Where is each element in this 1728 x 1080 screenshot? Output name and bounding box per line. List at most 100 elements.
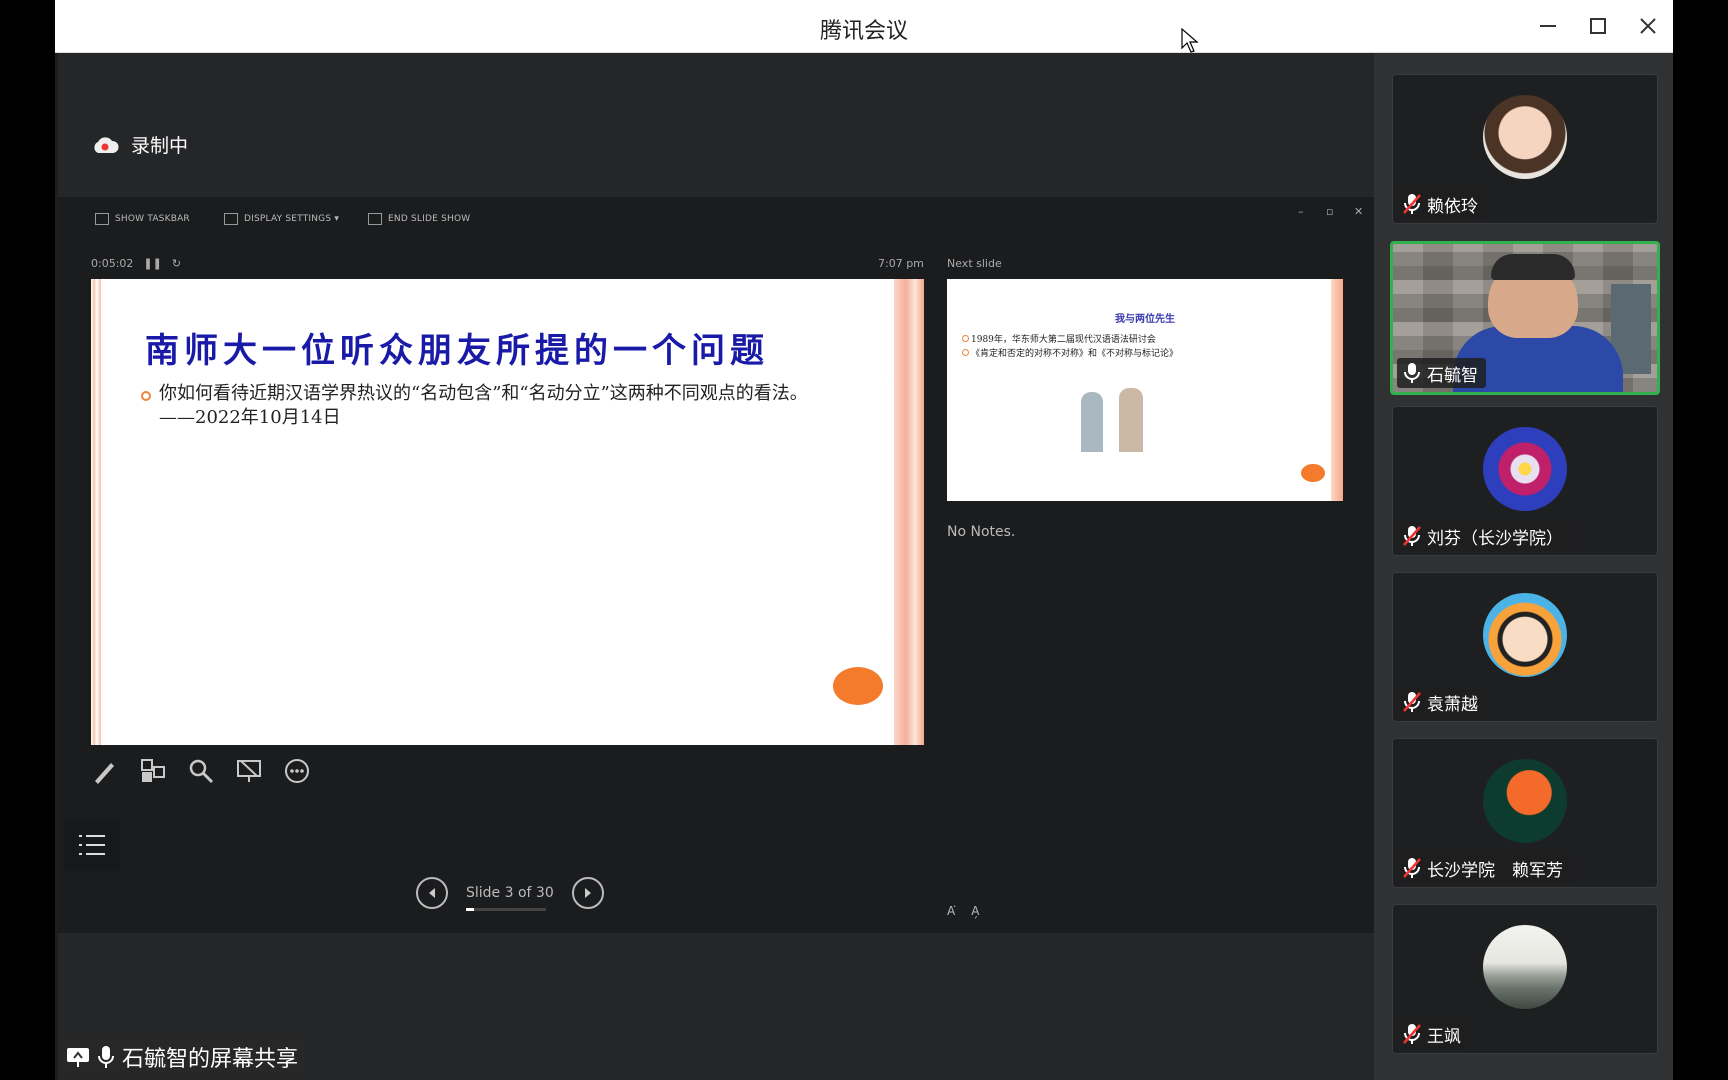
speaker-notes: No Notes. bbox=[947, 524, 1016, 540]
mic-muted-icon bbox=[1403, 692, 1421, 712]
participant-tile[interactable]: 刘芬（长沙学院） bbox=[1392, 406, 1658, 556]
slide-decoration-dot bbox=[833, 667, 883, 705]
participant-name-tag: 赖依玲 bbox=[1397, 189, 1486, 219]
triangle-right-icon bbox=[584, 888, 591, 898]
display-settings-label: DISPLAY SETTINGS ▾ bbox=[244, 214, 340, 224]
end-show-icon bbox=[368, 213, 382, 225]
taskbar-icon bbox=[95, 213, 109, 225]
elapsed-time: 0:05:02 bbox=[91, 257, 134, 270]
increase-font-icon[interactable]: A͘ bbox=[947, 904, 955, 918]
mic-muted-icon bbox=[1403, 1024, 1421, 1044]
avatar bbox=[1483, 593, 1567, 677]
close-button[interactable] bbox=[1633, 12, 1663, 40]
next-slide-button[interactable] bbox=[571, 877, 604, 909]
maximize-button[interactable] bbox=[1583, 12, 1613, 40]
triangle-left-icon bbox=[429, 888, 435, 898]
cloud-record-icon bbox=[94, 136, 119, 153]
current-slide: 南师大一位听众朋友所提的一个问题 你如何看待近期汉语学界热议的“名动包含”和“名… bbox=[91, 279, 924, 745]
participant-name-tag: 石毓智 bbox=[1397, 358, 1486, 388]
mic-muted-icon bbox=[1403, 858, 1421, 878]
participant-name: 长沙学院 赖军芳 bbox=[1427, 860, 1563, 881]
slide-left-stripe bbox=[91, 279, 101, 745]
decrease-font-icon[interactable]: A̗ bbox=[971, 904, 979, 918]
screen-share-badge: 石毓智的屏幕共享 bbox=[58, 1038, 307, 1076]
restart-icon[interactable]: ↻ bbox=[172, 257, 181, 270]
show-taskbar-button[interactable]: SHOW TASKBAR bbox=[95, 213, 190, 225]
pen-tool-button[interactable] bbox=[88, 754, 122, 788]
slide-body: 你如何看待近期汉语学界热议的“名动包含”和“名动分立”这两种不同观点的看法。 —… bbox=[159, 383, 907, 428]
clock-time: 7:07 pm bbox=[878, 257, 924, 270]
more-options-button[interactable] bbox=[280, 754, 314, 788]
next-slide-decoration-dot bbox=[1301, 464, 1325, 482]
slide-counter-text: Slide 3 of 30 bbox=[466, 885, 554, 901]
presenter-tools bbox=[88, 754, 314, 788]
grid-icon bbox=[141, 759, 165, 782]
next-slide-line: 《肯定和否定的对称不对称》和《不对称与标记论》 bbox=[961, 346, 1178, 359]
next-slide-preview[interactable]: 我与两位先生 1989年，华东师大第二届现代汉语语法研讨会 《肯定和否定的对称不… bbox=[947, 279, 1343, 501]
slide-navigation: Slide 3 of 30 bbox=[416, 877, 604, 911]
list-icon bbox=[79, 835, 105, 855]
all-slides-button[interactable] bbox=[136, 754, 170, 788]
participant-name: 袁萧越 bbox=[1427, 694, 1478, 715]
maximize-icon bbox=[1590, 18, 1606, 34]
slide-timer: 0:05:02 ❚❚ ↻ bbox=[91, 257, 181, 270]
bullet-icon bbox=[141, 391, 151, 401]
pause-icon[interactable]: ❚❚ bbox=[143, 257, 161, 270]
next-slide-photo bbox=[1047, 370, 1177, 452]
presenter-close-icon[interactable]: ✕ bbox=[1354, 205, 1363, 218]
display-settings-icon bbox=[224, 213, 238, 225]
mic-muted-icon bbox=[1403, 526, 1421, 546]
share-top-bar: 录制中 bbox=[58, 53, 1374, 197]
participant-tile[interactable]: 长沙学院 赖军芳 bbox=[1392, 738, 1658, 888]
black-screen-button[interactable] bbox=[232, 754, 266, 788]
end-slide-show-label: END SLIDE SHOW bbox=[388, 214, 471, 224]
recording-label: 录制中 bbox=[131, 135, 189, 157]
slide-title: 南师大一位听众朋友所提的一个问题 bbox=[145, 331, 769, 371]
previous-slide-button[interactable] bbox=[416, 877, 448, 909]
title-bar: 腾讯会议 bbox=[55, 0, 1673, 53]
recording-indicator[interactable]: 录制中 bbox=[91, 131, 188, 158]
presenter-restore-icon[interactable]: ▫ bbox=[1326, 205, 1333, 218]
participant-tile[interactable]: 赖依玲 bbox=[1392, 74, 1658, 224]
mouse-cursor-icon bbox=[1181, 28, 1199, 53]
display-settings-button[interactable]: DISPLAY SETTINGS ▾ bbox=[224, 213, 339, 225]
avatar bbox=[1483, 759, 1567, 843]
show-taskbar-label: SHOW TASKBAR bbox=[115, 214, 190, 224]
microphone-icon bbox=[98, 1046, 114, 1068]
slide-right-stripe bbox=[894, 279, 924, 745]
next-slide-right-stripe bbox=[1331, 279, 1343, 501]
presenter-minimize-icon[interactable]: – bbox=[1298, 205, 1304, 218]
end-slide-show-button[interactable]: END SLIDE SHOW bbox=[368, 213, 470, 225]
slide-counter: Slide 3 of 30 bbox=[466, 885, 554, 911]
next-slide-line: 1989年，华东师大第二届现代汉语语法研讨会 bbox=[962, 332, 1156, 345]
notes-font-controls: A͘ A̗ bbox=[947, 904, 979, 918]
screen-share-area: 录制中 SHOW TASKBAR DISPLAY SETTINGS ▾ END … bbox=[58, 53, 1374, 1080]
avatar bbox=[1483, 427, 1567, 511]
participant-tile-active[interactable]: 石毓智 bbox=[1390, 241, 1660, 395]
minimize-button[interactable] bbox=[1533, 12, 1563, 40]
meeting-window: 腾讯会议 录制中 SHOW TASKBAR DISPLAY SETTINGS ▾… bbox=[55, 0, 1673, 1080]
participant-name: 赖依玲 bbox=[1427, 196, 1478, 217]
next-slide-title: 我与两位先生 bbox=[1115, 314, 1175, 325]
search-icon bbox=[189, 759, 214, 784]
participant-name: 石毓智 bbox=[1427, 365, 1478, 386]
close-icon bbox=[1640, 18, 1656, 34]
avatar bbox=[1483, 925, 1567, 1009]
participant-name-tag: 刘芬（长沙学院） bbox=[1397, 521, 1571, 551]
participant-name: 刘芬（长沙学院） bbox=[1427, 528, 1563, 549]
presenter-view: SHOW TASKBAR DISPLAY SETTINGS ▾ END SLID… bbox=[58, 197, 1374, 933]
participant-tile[interactable]: 袁萧越 bbox=[1392, 572, 1658, 722]
outline-toggle-button[interactable] bbox=[64, 819, 120, 871]
microphone-icon bbox=[1404, 363, 1420, 383]
screen-share-icon bbox=[67, 1048, 89, 1067]
participant-tile[interactable]: 王飒 bbox=[1392, 904, 1658, 1054]
slide-progress-bar bbox=[466, 908, 546, 911]
mic-muted-icon bbox=[1403, 194, 1421, 214]
next-slide-label: Next slide bbox=[947, 257, 1002, 270]
window-title: 腾讯会议 bbox=[819, 19, 908, 44]
screen-icon bbox=[237, 760, 261, 782]
participant-name: 王飒 bbox=[1427, 1026, 1461, 1047]
zoom-button[interactable] bbox=[184, 754, 218, 788]
pen-icon bbox=[95, 763, 114, 784]
participant-sidebar: 赖依玲 石毓智 刘芬（长沙学院） 袁萧越 长沙学院 赖军芳 王飒 bbox=[1374, 53, 1673, 1080]
